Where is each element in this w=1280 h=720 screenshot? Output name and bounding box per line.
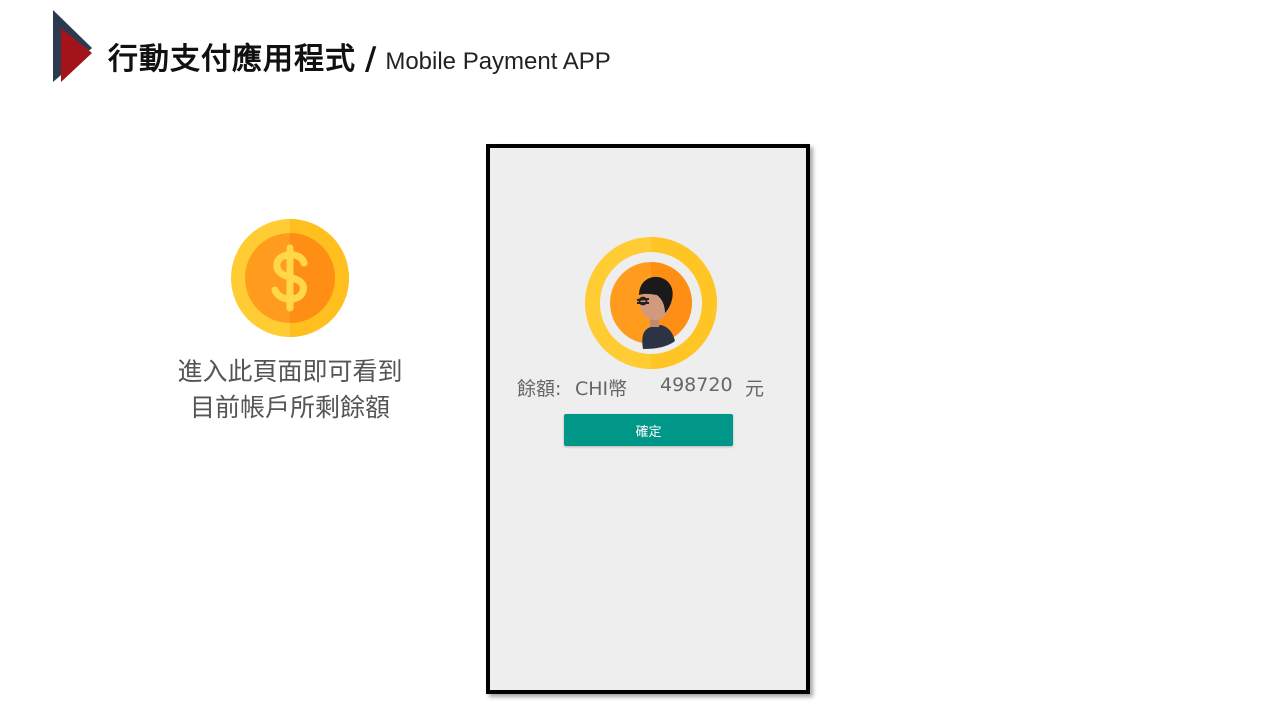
caption-line-1: 進入此頁面即可看到 xyxy=(177,357,403,386)
user-avatar-icon xyxy=(585,237,717,369)
title-separator: / xyxy=(365,41,377,77)
balance-amount: 498720 xyxy=(660,374,733,396)
dollar-coin-icon xyxy=(231,219,349,337)
balance-unit: 元 xyxy=(745,378,765,400)
feature-caption: 進入此頁面即可看到 目前帳戶所剩餘額 xyxy=(150,354,430,426)
balance-label: 餘額: xyxy=(517,378,562,400)
confirm-button[interactable]: 確定 xyxy=(564,414,733,446)
title-chinese: 行動支付應用程式 xyxy=(108,42,356,77)
slide-title: 行動支付應用程式 / Mobile Payment APP xyxy=(108,34,611,78)
triangle-arrow-icon xyxy=(53,10,92,82)
phone-screen: 餘額: CHI幣 498720 元 確定 xyxy=(486,144,810,694)
title-english: Mobile Payment APP xyxy=(385,48,611,75)
currency-name: CHI幣 xyxy=(575,378,628,400)
caption-line-2: 目前帳戶所剩餘額 xyxy=(189,393,390,422)
